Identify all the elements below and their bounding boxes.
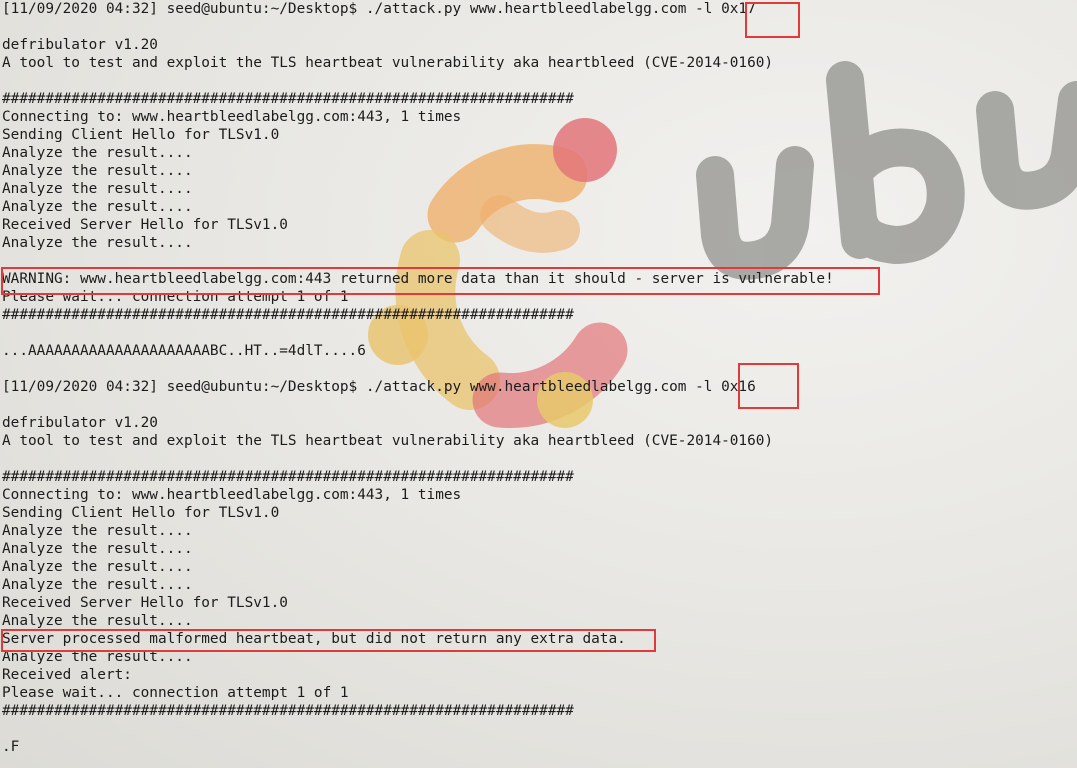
terminal-line: Analyze the result.... — [2, 235, 193, 251]
terminal-line: Received Server Hello for TLSv1.0 — [2, 595, 288, 611]
terminal-line: defribulator v1.20 — [2, 37, 158, 53]
terminal-line: [11/09/2020 04:32] seed@ubuntu:~/Desktop… — [2, 1, 756, 17]
terminal-line: Please wait... connection attempt 1 of 1 — [2, 685, 349, 701]
terminal-line: Analyze the result.... — [2, 559, 193, 575]
terminal-line: Analyze the result.... — [2, 649, 193, 665]
terminal-line: Sending Client Hello for TLSv1.0 — [2, 127, 280, 143]
terminal-line: ...AAAAAAAAAAAAAAAAAAAAABC..HT..=4dlT...… — [2, 343, 366, 359]
terminal-line: Analyze the result.... — [2, 613, 193, 629]
terminal-line: .F — [2, 739, 20, 755]
terminal-line: A tool to test and exploit the TLS heart… — [2, 55, 774, 71]
terminal-line: Analyze the result.... — [2, 163, 193, 179]
terminal-line: A tool to test and exploit the TLS heart… — [2, 433, 774, 449]
terminal-line: Analyze the result.... — [2, 145, 193, 161]
terminal-line: Received Server Hello for TLSv1.0 — [2, 217, 288, 233]
terminal-line: defribulator v1.20 — [2, 415, 158, 431]
terminal-line: ########################################… — [2, 307, 574, 323]
terminal-line: Received alert: — [2, 667, 132, 683]
terminal-line: Analyze the result.... — [2, 181, 193, 197]
terminal-line: Please wait... connection attempt 1 of 1 — [2, 289, 349, 305]
terminal-line: ########################################… — [2, 703, 574, 719]
terminal-line: Analyze the result.... — [2, 199, 193, 215]
terminal-line: WARNING: www.heartbleedlabelgg.com:443 r… — [2, 271, 834, 287]
terminal-line: Sending Client Hello for TLSv1.0 — [2, 505, 280, 521]
terminal-output: [11/09/2020 04:32] seed@ubuntu:~/Desktop… — [2, 0, 1072, 756]
terminal-line: Analyze the result.... — [2, 541, 193, 557]
terminal-line: Analyze the result.... — [2, 523, 193, 539]
terminal-line: Analyze the result.... — [2, 577, 193, 593]
terminal-line: Server processed malformed heartbeat, bu… — [2, 631, 626, 647]
terminal-line: [11/09/2020 04:32] seed@ubuntu:~/Desktop… — [2, 379, 756, 395]
terminal-line: Connecting to: www.heartbleedlabelgg.com… — [2, 487, 462, 503]
terminal-line: ########################################… — [2, 469, 574, 485]
terminal-line: Connecting to: www.heartbleedlabelgg.com… — [2, 109, 462, 125]
terminal-line: ########################################… — [2, 91, 574, 107]
